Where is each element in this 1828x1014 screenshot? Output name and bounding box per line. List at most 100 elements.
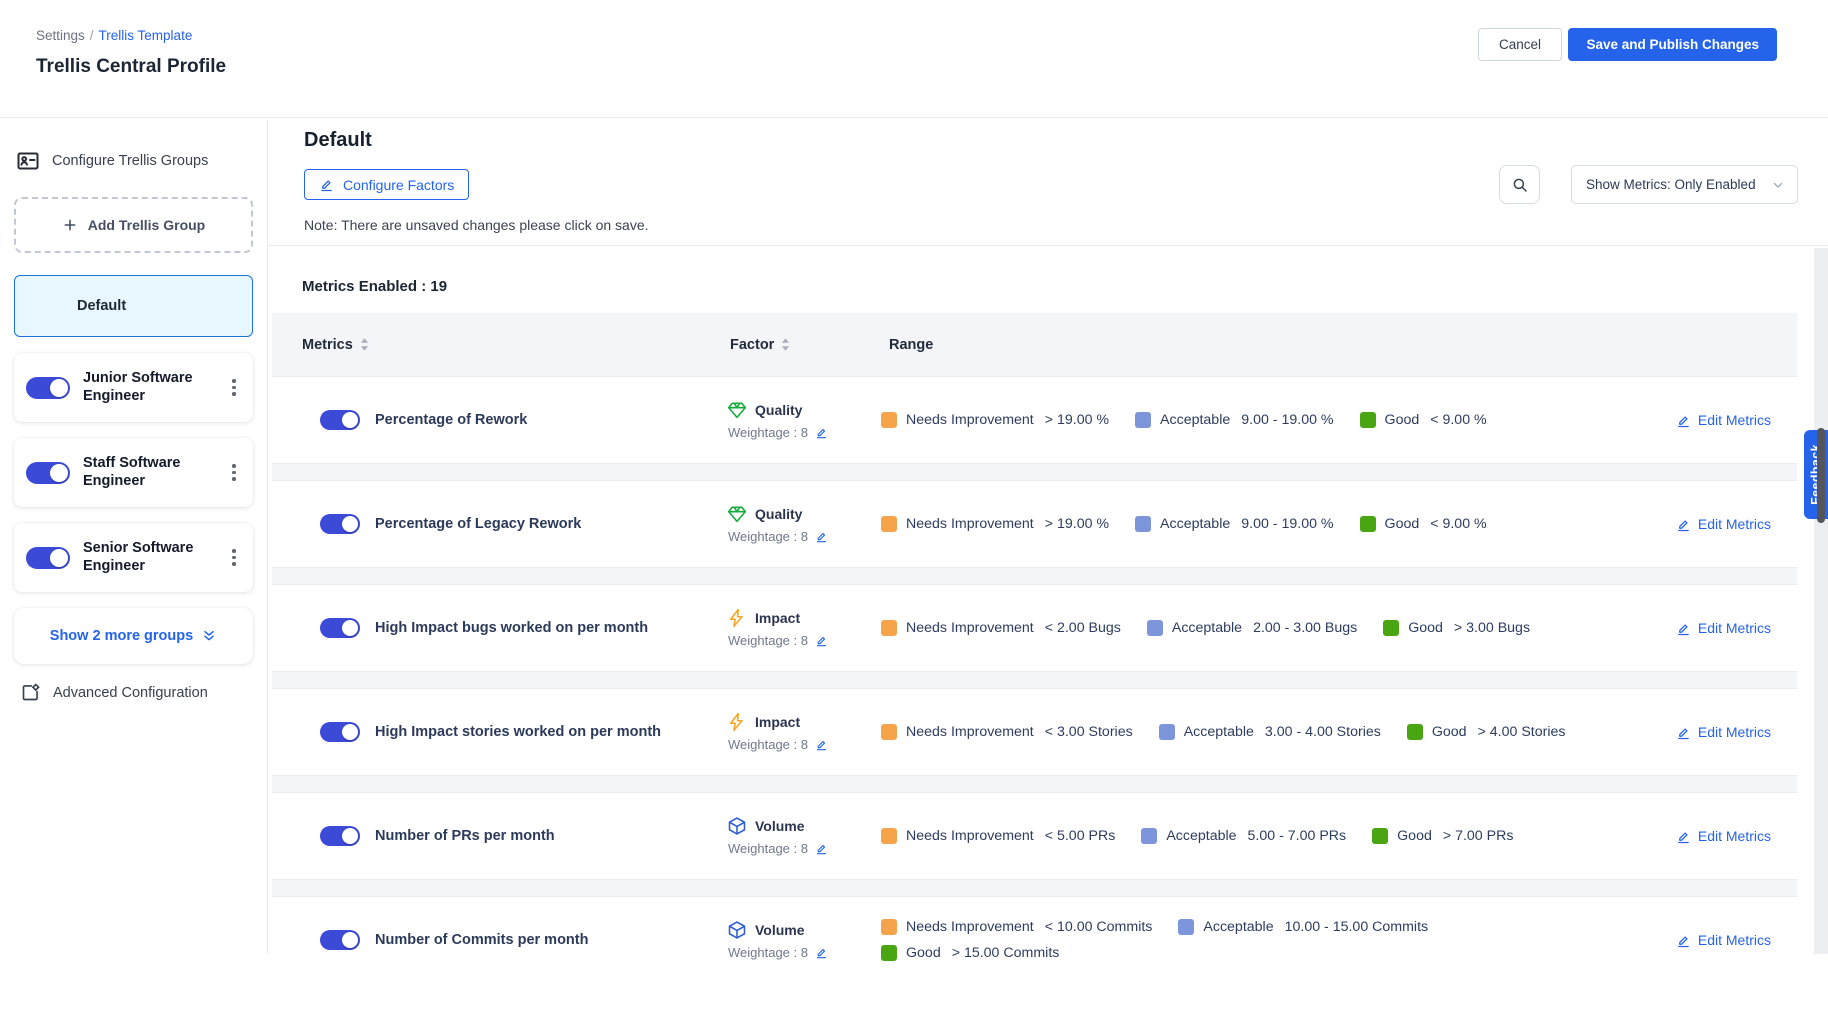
search-button[interactable] [1499,165,1540,204]
configure-factors-button[interactable]: Configure Factors [304,169,469,200]
volume-cube-icon [727,920,747,940]
edit-metrics-label: Edit Metrics [1698,516,1771,532]
edit-metrics-label: Edit Metrics [1698,932,1771,948]
metric-enabled-toggle[interactable] [320,514,360,534]
range-value: < 9.00 % [1430,516,1486,532]
range-label: Good [1408,620,1443,636]
range-value: > 4.00 Stories [1478,724,1566,740]
range-label: Good [906,945,941,961]
edit-metrics-link[interactable]: Edit Metrics [1676,412,1771,428]
row-separator [272,879,1797,897]
add-trellis-group-button[interactable]: Add Trellis Group [14,197,253,253]
breadcrumb-trellis-template-link[interactable]: Trellis Template [99,28,193,43]
metric-row: Percentage of ReworkQualityWeightage : 8… [272,377,1797,463]
range-label: Needs Improvement [906,516,1034,532]
range-chip: Good< 9.00 % [1360,516,1487,532]
configure-trellis-groups-label: Configure Trellis Groups [52,153,208,169]
sidebar-item-default[interactable]: Default [14,275,253,337]
show-more-groups-button[interactable]: Show 2 more groups [14,608,253,664]
edit-weightage-icon[interactable] [815,634,828,647]
factor-name: Impact [755,714,800,730]
factor-cell: QualityWeightage : 8 [727,400,881,440]
cancel-button[interactable]: Cancel [1478,28,1562,61]
sidebar-group-card[interactable]: Staff Software Engineer [14,438,253,507]
group-enabled-toggle[interactable] [26,462,70,484]
metric-name: Percentage of Rework [375,412,727,428]
default-group-label: Default [77,298,126,314]
metrics-table-header: Metrics Factor Range [272,313,1797,377]
metric-name: Number of Commits per month [375,932,727,948]
range-value: > 15.00 Commits [952,945,1060,961]
metric-enabled-toggle[interactable] [320,722,360,742]
range-label: Needs Improvement [906,828,1034,844]
kebab-menu-icon[interactable] [225,460,243,485]
double-chevron-down-icon [201,628,217,644]
range-value: < 9.00 % [1430,412,1486,428]
kebab-menu-icon[interactable] [225,545,243,570]
factor-cell: QualityWeightage : 8 [727,504,881,544]
advanced-configuration-label: Advanced Configuration [53,685,208,701]
factor-name: Volume [755,818,805,834]
factor-cell: VolumeWeightage : 8 [727,920,881,960]
edit-metrics-link[interactable]: Edit Metrics [1676,516,1771,532]
range-cell: Needs Improvement< 10.00 Commits Acceptab… [881,919,1623,961]
range-chip: Needs Improvement< 5.00 PRs [881,828,1115,844]
metric-enabled-toggle[interactable] [320,618,360,638]
range-value: > 19.00 % [1045,516,1109,532]
edit-pencil-icon [1676,933,1691,948]
edit-metrics-link[interactable]: Edit Metrics [1676,828,1771,844]
metric-enabled-toggle[interactable] [320,826,360,846]
edit-weightage-icon[interactable] [815,530,828,543]
sort-metrics-icon[interactable] [360,338,369,351]
edit-weightage-icon[interactable] [815,946,828,959]
metric-enabled-toggle[interactable] [320,410,360,430]
weightage-label: Weightage : 8 [728,633,808,648]
edit-metrics-link[interactable]: Edit Metrics [1676,620,1771,636]
group-enabled-toggle[interactable] [26,377,70,399]
advanced-configuration-icon [20,682,41,703]
range-color-swatch [881,945,897,961]
breadcrumb-settings-link[interactable]: Settings [36,28,85,43]
save-and-publish-button[interactable]: Save and Publish Changes [1568,28,1777,61]
edit-weightage-icon[interactable] [815,738,828,751]
edit-weightage-icon[interactable] [815,426,828,439]
edit-metrics-label: Edit Metrics [1698,724,1771,740]
edit-metrics-label: Edit Metrics [1698,620,1771,636]
show-metrics-dropdown[interactable]: Show Metrics: Only Enabled [1571,165,1798,204]
range-label: Good [1432,724,1467,740]
range-value: > 3.00 Bugs [1454,620,1530,636]
advanced-configuration-link[interactable]: Advanced Configuration [14,682,253,703]
group-enabled-toggle[interactable] [26,547,70,569]
range-cell: Needs Improvement < 2.00 Bugs Acceptable2.… [881,620,1623,636]
show-metrics-dropdown-value: Show Metrics: Only Enabled [1586,177,1771,192]
metric-row: Number of Commits per monthVolumeWeighta… [272,897,1797,983]
sidebar-group-card[interactable]: Senior Software Engineer [14,523,253,592]
vertical-scrollbar-thumb[interactable] [1817,428,1825,523]
kebab-menu-icon[interactable] [225,375,243,400]
vertical-scrollbar-track[interactable] [1814,248,1828,954]
sort-factor-icon[interactable] [781,338,790,351]
edit-weightage-icon[interactable] [815,842,828,855]
range-label: Needs Improvement [906,620,1034,636]
range-chip: Needs Improvement< 10.00 Commits [881,919,1152,935]
factor-name: Volume [755,922,805,938]
range-color-swatch [881,620,897,636]
range-value: < 2.00 Bugs [1045,620,1121,636]
range-chip: Acceptable2.00 - 3.00 Bugs [1147,620,1357,636]
edit-metrics-link[interactable]: Edit Metrics [1676,932,1771,948]
edit-metrics-link[interactable]: Edit Metrics [1676,724,1771,740]
sidebar-group-card[interactable]: Junior Software Engineer [14,353,253,422]
metric-enabled-toggle[interactable] [320,930,360,950]
plus-icon [62,217,78,233]
range-color-swatch [881,724,897,740]
range-color-swatch [881,516,897,532]
metric-row: Percentage of Legacy ReworkQualityWeight… [272,481,1797,567]
range-chip: Acceptable10.00 - 15.00 Commits [1178,919,1428,935]
group-label: Junior Software Engineer [83,370,212,405]
range-value: > 7.00 PRs [1443,828,1514,844]
range-color-swatch [1360,412,1376,428]
metric-name: High Impact stories worked on per month [375,724,727,740]
trellis-groups-sidebar: Configure Trellis Groups Add Trellis Gro… [0,119,268,954]
range-chip: Acceptable9.00 - 19.00 % [1135,516,1333,532]
range-color-swatch [881,412,897,428]
